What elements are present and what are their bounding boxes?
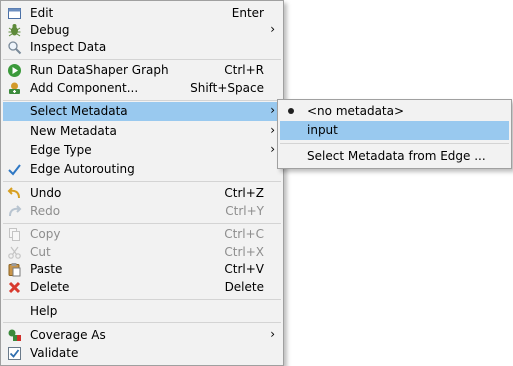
menu-item-paste[interactable]: Paste Ctrl+V xyxy=(3,260,281,279)
menu-separator xyxy=(3,59,281,60)
run-icon xyxy=(8,64,21,77)
submenu-item-label: Select Metadata from Edge ... xyxy=(307,149,486,163)
menu-separator xyxy=(3,100,281,101)
delete-icon xyxy=(8,281,21,294)
submenu-arrow-icon: › xyxy=(270,22,275,36)
menu-item-label: Edge Autorouting xyxy=(30,162,135,176)
menu-item-edge-type[interactable]: Edge Type › xyxy=(3,141,281,160)
copy-icon xyxy=(9,228,20,241)
shortcut-label: Delete xyxy=(224,280,264,294)
metadata-submenu: <no metadata> input Select Metadata from… xyxy=(277,99,512,169)
menu-item-label: Debug xyxy=(30,23,70,37)
menu-item-label: New Metadata xyxy=(30,124,117,138)
shortcut-label: Ctrl+Z xyxy=(224,186,264,200)
menu-item-label: Select Metadata xyxy=(30,104,128,118)
menu-item-label: Edit xyxy=(30,6,54,20)
debug-icon xyxy=(8,24,21,37)
menu-item-label: Edge Type xyxy=(30,143,92,157)
edit-icon xyxy=(8,8,21,19)
menu-item-redo[interactable]: Redo Ctrl+Y xyxy=(3,202,281,221)
menu-separator xyxy=(280,143,509,144)
menu-item-help[interactable]: Help xyxy=(3,302,281,321)
menu-item-label: Redo xyxy=(30,204,61,218)
submenu-arrow-icon: › xyxy=(270,327,275,341)
menu-separator xyxy=(3,299,281,300)
paste-icon xyxy=(8,263,21,277)
menu-item-label: Cut xyxy=(30,245,51,259)
shortcut-label: Ctrl+R xyxy=(224,63,264,77)
menu-item-label: Run DataShaper Graph xyxy=(30,63,169,77)
undo-icon xyxy=(7,187,20,199)
menu-item-label: Coverage As xyxy=(30,328,106,342)
submenu-item-select-from-edge[interactable]: Select Metadata from Edge ... xyxy=(280,147,509,166)
menu-item-add-component[interactable]: Add Component... Shift+Space xyxy=(3,79,281,98)
menu-item-delete[interactable]: Delete Delete xyxy=(3,278,281,297)
shortcut-label: Ctrl+V xyxy=(224,262,264,276)
menu-item-select-metadata[interactable]: Select Metadata › xyxy=(3,102,281,121)
menu-item-label: Inspect Data xyxy=(30,40,107,54)
cut-icon xyxy=(8,246,21,259)
menu-item-inspect-data[interactable]: Inspect Data xyxy=(3,38,281,57)
menu-item-coverage-as[interactable]: Coverage As › xyxy=(3,326,281,345)
menu-item-label: Copy xyxy=(30,227,61,241)
menu-item-edge-autorouting[interactable]: Edge Autorouting xyxy=(3,160,281,179)
shortcut-label: Shift+Space xyxy=(190,81,264,95)
redo-icon xyxy=(9,205,22,217)
menu-item-label: Help xyxy=(30,304,58,318)
radio-bullet-icon xyxy=(288,108,294,114)
validate-checkbox-icon xyxy=(8,347,21,360)
menu-separator xyxy=(3,322,281,323)
menu-item-new-metadata[interactable]: New Metadata › xyxy=(3,122,281,141)
checkmark-icon xyxy=(8,164,21,176)
menu-item-validate[interactable]: Validate xyxy=(3,344,281,363)
shortcut-label: Ctrl+X xyxy=(224,245,264,259)
coverage-icon xyxy=(8,329,21,341)
submenu-item-label: input xyxy=(307,123,338,137)
submenu-arrow-icon: › xyxy=(270,103,275,117)
context-menu: Edit Enter Debug › Inspect Data Run Data… xyxy=(0,0,284,366)
menu-item-label: Validate xyxy=(30,346,79,360)
submenu-arrow-icon: › xyxy=(270,123,275,137)
submenu-arrow-icon: › xyxy=(270,142,275,156)
menu-item-label: Paste xyxy=(30,262,63,276)
menu-item-label: Add Component... xyxy=(30,81,139,95)
shortcut-label: Enter xyxy=(231,6,264,20)
menu-item-run-graph[interactable]: Run DataShaper Graph Ctrl+R xyxy=(3,61,281,80)
menu-separator xyxy=(3,223,281,224)
shortcut-label: Ctrl+Y xyxy=(225,204,264,218)
submenu-item-input[interactable]: input xyxy=(280,121,509,140)
add-component-icon xyxy=(9,82,20,94)
menu-item-undo[interactable]: Undo Ctrl+Z xyxy=(3,184,281,203)
shortcut-label: Ctrl+C xyxy=(224,227,264,241)
submenu-item-no-metadata[interactable]: <no metadata> xyxy=(280,102,509,121)
menu-separator xyxy=(3,181,281,182)
submenu-item-label: <no metadata> xyxy=(307,104,405,118)
menu-item-label: Delete xyxy=(30,280,70,294)
magnifier-icon xyxy=(8,41,22,55)
menu-item-label: Undo xyxy=(30,186,62,200)
menu-item-copy[interactable]: Copy Ctrl+C xyxy=(3,225,281,244)
